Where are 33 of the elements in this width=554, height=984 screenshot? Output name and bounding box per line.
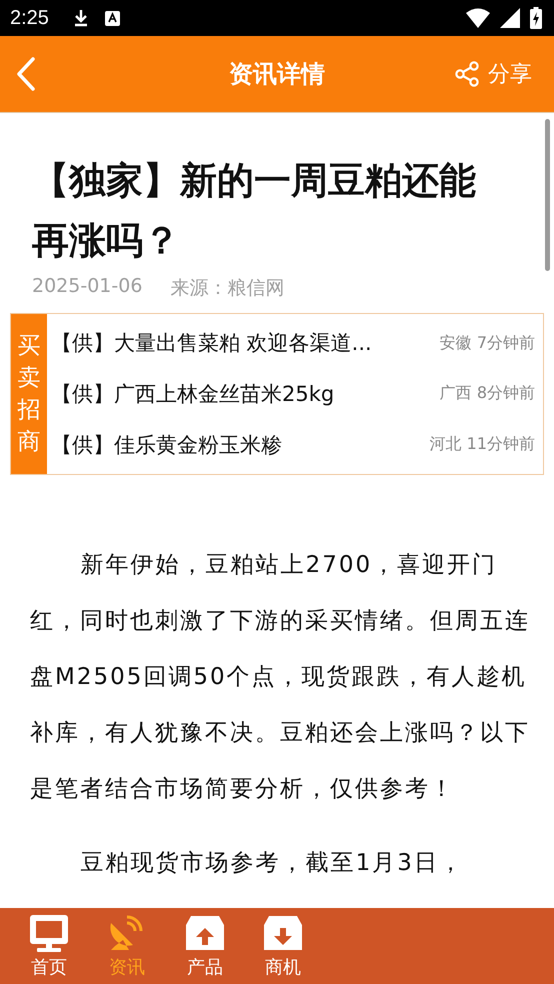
article-source: 来源：粮信网	[170, 276, 284, 301]
trade-item-meta: 河北 11分钟前	[430, 434, 535, 456]
trade-item-title: 【供】佳乐黄金粉玉米糁	[51, 432, 282, 459]
back-icon	[16, 57, 36, 91]
tab-item[interactable]: 首页	[10, 908, 88, 984]
box-down-arrow-icon	[261, 913, 305, 953]
page-title: 资讯详情	[229, 59, 325, 90]
trade-item[interactable]: 【供】广西上林金丝苗米25kg 广西 8分钟前	[51, 380, 535, 408]
trade-item[interactable]: 【供】佳乐黄金粉玉米糁 河北 11分钟前	[51, 430, 535, 459]
tab-item[interactable]: 产品	[166, 908, 244, 984]
article-paragraph: 新年伊始，豆粕站上2700，喜迎开门红，同时也刺激了下游的采买情绪。但周五连盘M2505回调50个点，现货跟跌，有人趁机补库，有人犹豫不决。豆粕还会上涨吗？以下是笔者结合市场简要分析，仅供参考！	[30, 551, 531, 804]
download-icon	[72, 9, 89, 27]
back-button[interactable]	[16, 57, 36, 91]
trade-item-title: 【供】大量出售菜粕 欢迎各渠道...	[51, 330, 372, 358]
article-paragraph: 豆粕现货市场参考，截至1月3日，	[80, 849, 465, 878]
wifi-icon	[466, 8, 490, 28]
trade-item-title: 【供】广西上林金丝苗米25kg	[51, 380, 334, 408]
keyboard-icon	[104, 10, 120, 26]
article-title: 【独家】新的一周豆粕还能再涨吗？	[32, 158, 477, 264]
trade-item-meta: 安徽 7分钟前	[440, 332, 535, 354]
tab-item[interactable]: 商机	[244, 908, 322, 984]
trade-item-meta: 广西 8分钟前	[440, 383, 535, 404]
battery-icon	[530, 7, 542, 29]
article-date: 2025-01-06	[32, 275, 142, 299]
box-up-arrow-icon	[183, 913, 227, 953]
trade-label: 买卖招商	[11, 314, 47, 474]
monitor-icon	[27, 913, 71, 953]
status-time: 2:25	[10, 6, 49, 30]
tab-item[interactable]: 资讯	[88, 908, 166, 984]
signal-icon	[500, 8, 520, 28]
trade-item[interactable]: 【供】大量出售菜粕 欢迎各渠道... 安徽 7分钟前	[51, 329, 535, 358]
share-button[interactable]: 分享	[454, 59, 532, 89]
share-icon	[454, 61, 480, 87]
